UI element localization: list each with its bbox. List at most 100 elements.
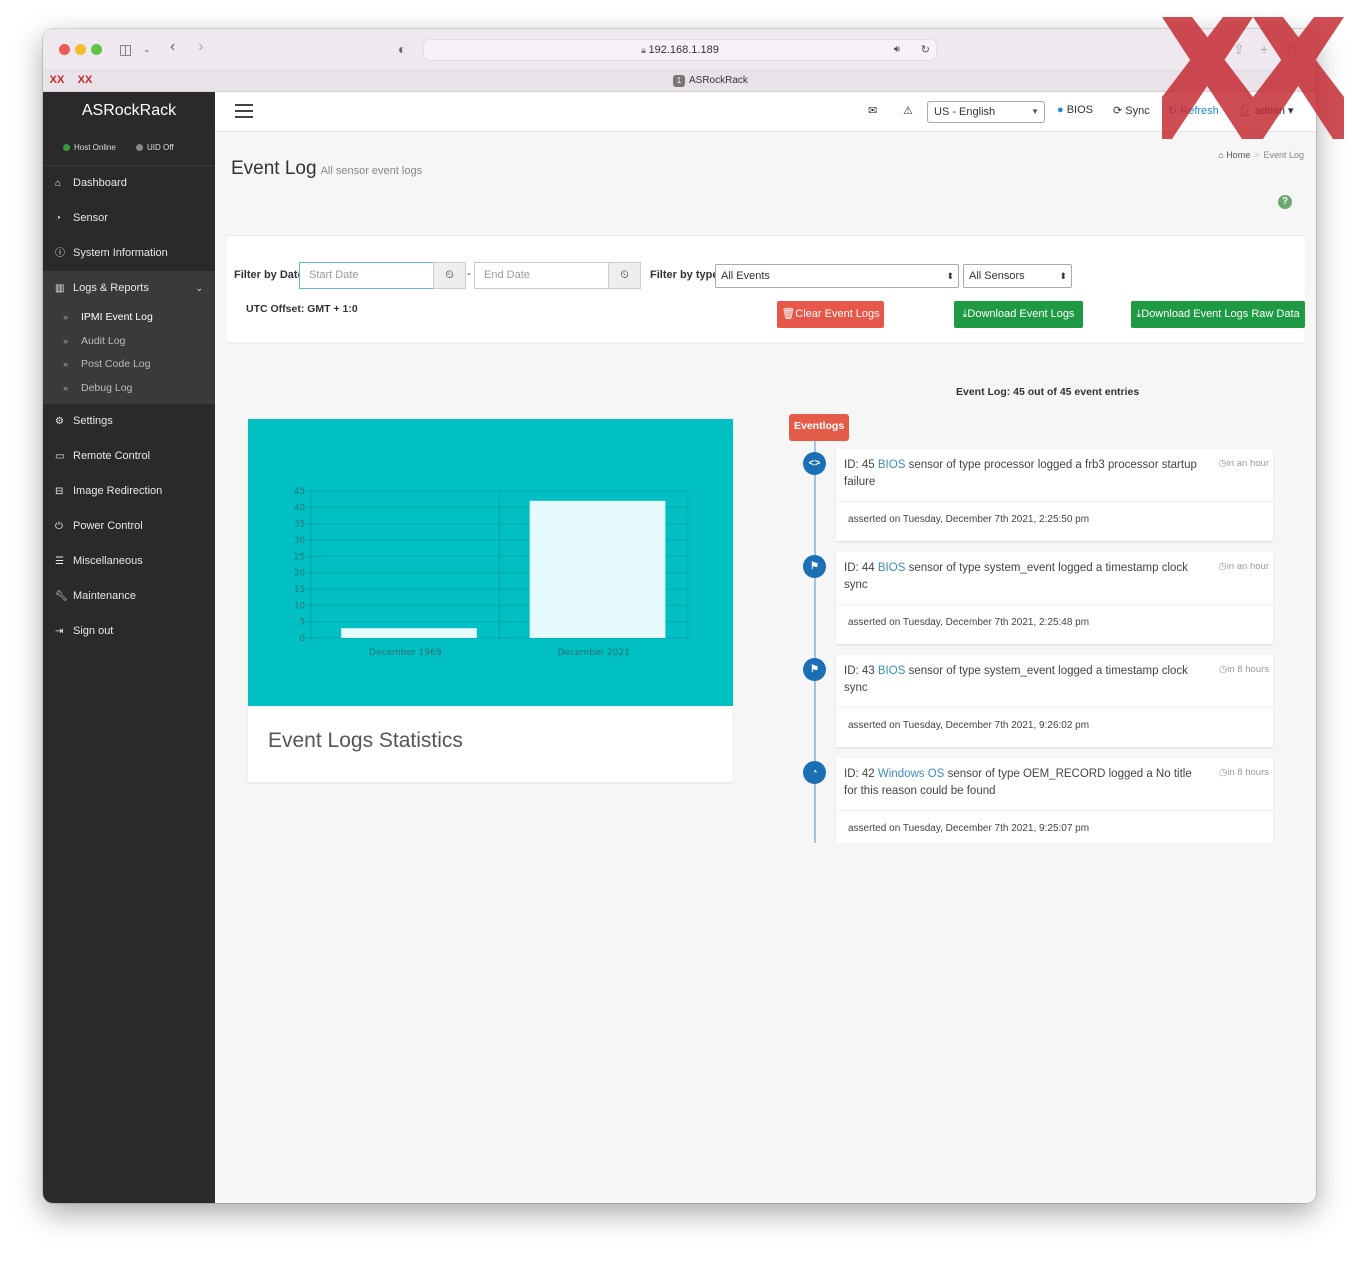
sensor-select[interactable]: All Sensors ⬍ [963, 264, 1072, 288]
disk-icon: ⊟ [55, 486, 64, 497]
divider [836, 501, 1273, 502]
back-icon[interactable]: ‹ [170, 38, 175, 56]
tab-overview-icon[interactable]: ⧉ [1286, 41, 1296, 58]
divider [836, 604, 1273, 605]
entry-time-text: in 8 hours [1227, 767, 1269, 778]
entry-asserted: asserted on Tuesday, December 7th 2021, … [848, 720, 1090, 731]
entry-source-link[interactable]: Windows OS [878, 768, 944, 780]
uid-status: UID Off [147, 143, 174, 152]
pinned-tab-1[interactable]: XX [48, 74, 66, 89]
button-label: Download Event Logs [967, 308, 1075, 320]
submenu-item-post-code-log[interactable]: » Post Code Log [43, 353, 215, 377]
user-name: admin [1255, 105, 1285, 117]
sidebar-item-dashboard[interactable]: ⌂ Dashboard [43, 166, 215, 201]
sidebar-item-maintenance[interactable]: 🔧︎ Maintenance [43, 579, 215, 614]
updown-icon: ⬍ [1059, 271, 1067, 281]
address-bar[interactable]: 🔒︎ 192.168.1.189 🔊︎ ↻ [423, 39, 937, 61]
submenu-label: Audit Log [81, 334, 126, 347]
language-select[interactable]: US - English ▼ [927, 101, 1045, 123]
minimize-window-button[interactable] [75, 44, 86, 55]
shield-icon[interactable]: ◐ [398, 41, 406, 57]
clock-icon[interactable]: ⏲ [433, 262, 466, 289]
tab-bar: XX XX 1 ASRockRack [43, 71, 1316, 92]
entry-time: ◷in 8 hours [1219, 767, 1269, 778]
entry-source-link[interactable]: BIOS [878, 562, 905, 574]
sidebar-item-power-control[interactable]: ⏻ Power Control [43, 509, 215, 544]
breadcrumb-home[interactable]: Home [1226, 150, 1250, 160]
sidebar-item-sign-out[interactable]: ⇥ Sign out [43, 614, 215, 649]
breadcrumb: ⌂ Home > Event Log [1218, 150, 1304, 160]
flag-icon: ⚑ [803, 555, 826, 578]
y-tick-label: 25 [294, 552, 305, 562]
sidebar-item-label: Image Redirection [73, 485, 163, 497]
double-chevron-icon: » [63, 359, 69, 369]
share-icon[interactable]: ⇪ [1233, 41, 1245, 58]
submenu-label: Debug Log [81, 381, 133, 394]
entry-source-link[interactable]: BIOS [878, 459, 905, 471]
y-tick-label: 5 [300, 618, 305, 628]
refresh-link[interactable]: ↻ Refresh [1168, 104, 1219, 117]
y-tick-label: 15 [294, 585, 305, 595]
entry-id: ID: 44 [844, 562, 875, 574]
button-label: Download Event Logs Raw Data [1141, 308, 1300, 320]
page-title: Event Log All sensor event logs [231, 158, 422, 180]
filter-type-label: Filter by type [650, 269, 719, 281]
entries-count: Event Log: 45 out of 45 event entries [956, 386, 1140, 398]
chart-caption: Event Logs Statistics [268, 729, 463, 752]
breadcrumb-current: Event Log [1263, 150, 1304, 160]
reload-icon[interactable]: ↻ [921, 40, 930, 60]
sidebar-item-image-redirection[interactable]: ⊟ Image Redirection [43, 474, 215, 509]
forward-icon[interactable]: › [198, 38, 203, 56]
sidebar-item-label: Settings [73, 415, 113, 427]
filter-date-label: Filter by Date [234, 269, 304, 281]
active-tab[interactable]: 1 ASRockRack [673, 75, 748, 87]
sidebar-item-label: Sign out [73, 625, 114, 637]
pinned-tab-2[interactable]: XX [76, 74, 94, 89]
sidebar-item-settings[interactable]: ⚙ Settings [43, 404, 215, 439]
url-text: 192.168.1.189 [648, 44, 719, 56]
y-tick-label: 45 [294, 487, 305, 497]
sidebar-item-miscellaneous[interactable]: ☰ Miscellaneous [43, 544, 215, 579]
double-chevron-icon: » [63, 312, 69, 322]
envelope-icon[interactable]: ✉ [868, 104, 877, 117]
event-type-select[interactable]: All Events ⬍ [715, 264, 959, 288]
submenu-item-debug-log[interactable]: » Debug Log [43, 377, 215, 401]
entry-source-link[interactable]: BIOS [878, 665, 905, 677]
double-chevron-icon: » [63, 382, 69, 393]
sidebar-item-sensor[interactable]: ◔ Sensor [43, 201, 215, 236]
entry-asserted: asserted on Tuesday, December 7th 2021, … [848, 823, 1090, 834]
sidebar-toggle-icon[interactable]: ◫ [119, 41, 132, 58]
timeline-badge: Eventlogs [789, 414, 850, 441]
user-menu[interactable]: 👤︎ admin ▾ [1238, 104, 1294, 117]
end-date-input[interactable]: End Date [474, 262, 609, 289]
submenu-item-ipmi-event-log[interactable]: » IPMI Event Log [43, 306, 215, 330]
sidebar-item-logs-reports[interactable]: ▥ Logs & Reports ⌄ [43, 271, 215, 306]
sync-link[interactable]: ⟳ Sync [1113, 104, 1150, 117]
y-tick-label: 40 [294, 503, 305, 513]
download-raw-data-button[interactable]: ⤓Download Event Logs Raw Data [1131, 301, 1305, 328]
clear-event-logs-button[interactable]: 🗑︎Clear Event Logs [777, 301, 884, 328]
download-event-logs-button[interactable]: ⤓Download Event Logs [954, 301, 1083, 328]
sidebar-item-remote-control[interactable]: ▭ Remote Control [43, 439, 215, 474]
sidebar: ASRockRack Host Online UID Off ⌂ Dashboar… [43, 92, 215, 1203]
warning-icon[interactable]: ⚠ [903, 104, 913, 117]
entry-message: ID: 42 Windows OS sensor of type OEM_REC… [844, 766, 1204, 800]
new-tab-icon[interactable]: + [1260, 41, 1268, 57]
updown-icon: ⬍ [946, 271, 954, 281]
zoom-window-button[interactable] [91, 44, 102, 55]
chevron-down-icon[interactable]: ⌄ [143, 44, 151, 55]
clock-icon[interactable]: ⏲ [608, 262, 641, 289]
bios-label: BIOS [1066, 104, 1094, 116]
help-icon[interactable]: ? [1278, 195, 1292, 209]
timeline-entry: ID: 43 BIOS sensor of type system_event … [836, 655, 1273, 747]
home-icon: ⌂ [55, 178, 62, 189]
sidebar-item-system-information[interactable]: ⓘ System Information [43, 236, 215, 271]
start-date-input[interactable]: Start Date [299, 262, 434, 289]
brand-logo[interactable]: ASRockRack [43, 92, 215, 130]
bios-link[interactable]: ● BIOS [1057, 104, 1093, 116]
hamburger-menu-icon[interactable] [235, 104, 253, 118]
chevron-down-icon: ⌄ [195, 283, 203, 293]
submenu-item-audit-log[interactable]: » Audit Log [43, 330, 215, 354]
close-window-button[interactable] [59, 44, 70, 55]
audio-icon[interactable]: 🔊︎ [894, 40, 900, 60]
